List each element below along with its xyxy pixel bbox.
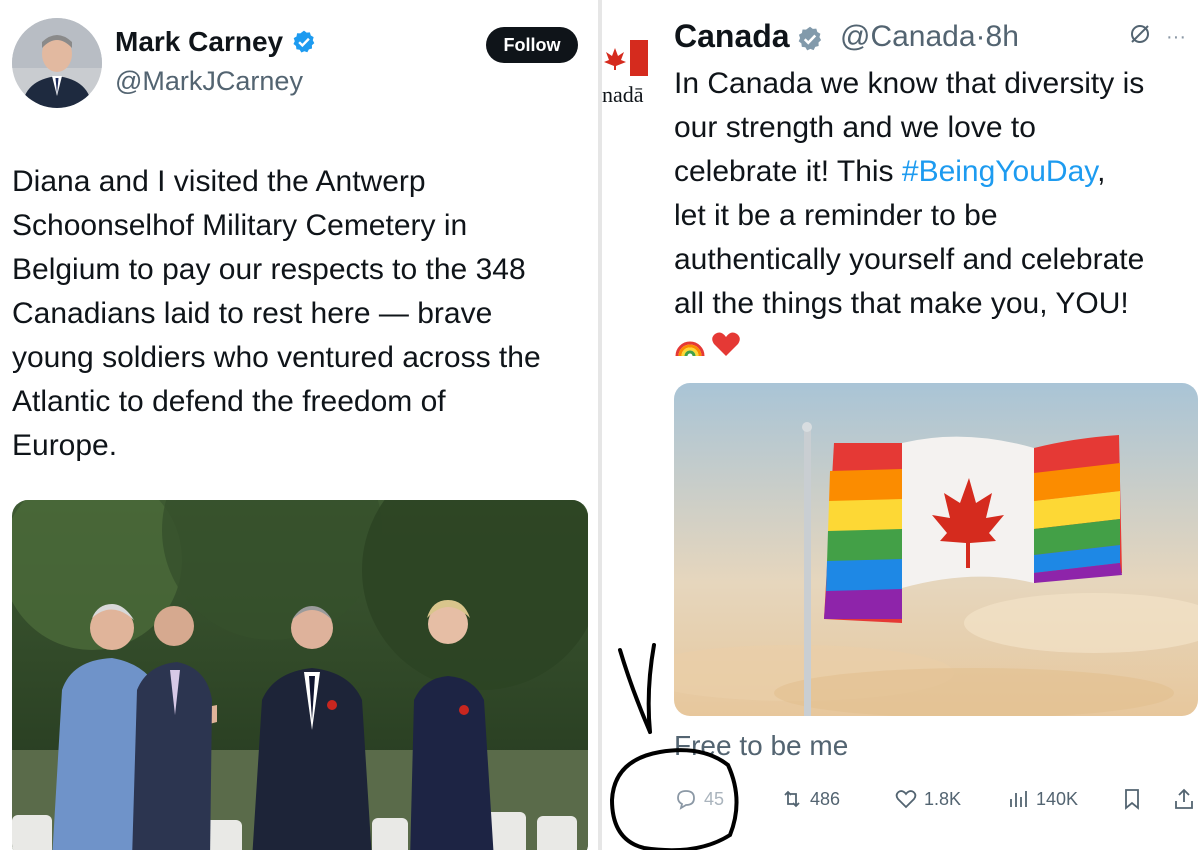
tweet-text-line: Diana and I visited the Antwerp <box>12 165 426 198</box>
tweet-text-line: Belgium to pay our respects to the 348 <box>12 253 526 286</box>
author-handle[interactable]: @MarkJCarney <box>115 66 303 97</box>
tweet-text-line: In Canada we know that diversity is <box>674 67 1145 100</box>
like-count: 1.8K <box>924 788 962 809</box>
repost-icon <box>784 790 800 808</box>
views-button[interactable]: 140K <box>1006 787 1078 811</box>
author-name-text[interactable]: Canada <box>674 18 790 55</box>
hashtag-link[interactable]: #BeingYouDay <box>902 155 1097 188</box>
red-heart-emoji-icon <box>710 328 742 365</box>
heart-icon <box>895 790 917 809</box>
author-name-text[interactable]: Mark Carney <box>115 26 283 58</box>
more-options-icon[interactable]: ··· <box>1166 26 1186 49</box>
tweet-text-line: young soldiers who ventured across the <box>12 341 541 374</box>
like-button[interactable]: 1.8K <box>894 787 961 811</box>
views-count: 140K <box>1036 788 1079 809</box>
share-button[interactable] <box>1172 787 1196 811</box>
logo-text: nadā <box>602 82 644 107</box>
author-name[interactable]: Canada <box>674 18 822 55</box>
tweet-text-line: all the things that make you, YOU! <box>674 287 1129 320</box>
repost-count: 486 <box>810 788 841 809</box>
reply-icon <box>677 790 695 810</box>
share-icon <box>1175 788 1193 809</box>
timestamp[interactable]: 8h <box>986 20 1019 53</box>
tweet-text-line: Atlantic to defend the freedom of <box>12 385 446 418</box>
reply-count: 45 <box>704 788 725 809</box>
bookmark-button[interactable] <box>1120 787 1144 811</box>
rainbow-emoji-icon <box>674 328 706 365</box>
tweet-text-segment: celebrate it! This <box>674 155 902 188</box>
tweet-text-line: celebrate it! This #BeingYouDay, <box>674 150 1198 194</box>
tweet-text-segment: , <box>1097 155 1106 188</box>
emoji-row <box>674 328 742 365</box>
handle-text[interactable]: @Canada <box>840 20 976 53</box>
views-icon <box>1010 791 1027 807</box>
tweet-text-line: Europe. <box>12 429 118 462</box>
verified-badge-icon <box>796 24 822 50</box>
pride-canada-flag-image[interactable] <box>674 383 1198 716</box>
avatar-mark-carney[interactable] <box>12 18 102 108</box>
author-name[interactable]: Mark Carney <box>115 26 317 58</box>
header-icons: ··· <box>1128 22 1186 53</box>
reply-button[interactable]: 45 <box>674 787 724 811</box>
follow-button[interactable]: Follow <box>486 27 578 63</box>
verified-badge-icon <box>291 29 317 55</box>
tweet-actions-bar: 45 486 1.8K 140K <box>674 787 1200 817</box>
grok-icon[interactable] <box>1128 22 1152 53</box>
tweet-text-line: let it be a reminder to be <box>674 199 998 232</box>
tweet-text-line: Canadians laid to rest here — brave <box>12 297 493 330</box>
canada-logo-avatar[interactable]: nadā <box>602 38 662 110</box>
repost-button[interactable]: 486 <box>780 787 840 811</box>
separator: · <box>975 20 986 53</box>
tweet-text-line: our strength and we love to <box>674 111 1036 144</box>
left-tweet: Mark Carney @MarkJCarney Follow Diana an… <box>0 0 598 850</box>
tweet-text: Diana and I visited the Antwerp Schoonse… <box>12 160 592 468</box>
tweet-text-line: authentically yourself and celebrate <box>674 243 1145 276</box>
right-tweet: nadā Canada @Canada·8h ··· In Canada we … <box>602 0 1200 850</box>
cemetery-photo[interactable] <box>12 500 588 850</box>
image-caption: Free to be me <box>674 730 849 761</box>
tweet-text-line: Schoonselhof Military Cemetery in <box>12 209 468 242</box>
author-handle[interactable]: @Canada·8h <box>840 20 1019 54</box>
tweet-text: In Canada we know that diversity is our … <box>674 62 1198 326</box>
bookmark-icon <box>1125 789 1139 810</box>
